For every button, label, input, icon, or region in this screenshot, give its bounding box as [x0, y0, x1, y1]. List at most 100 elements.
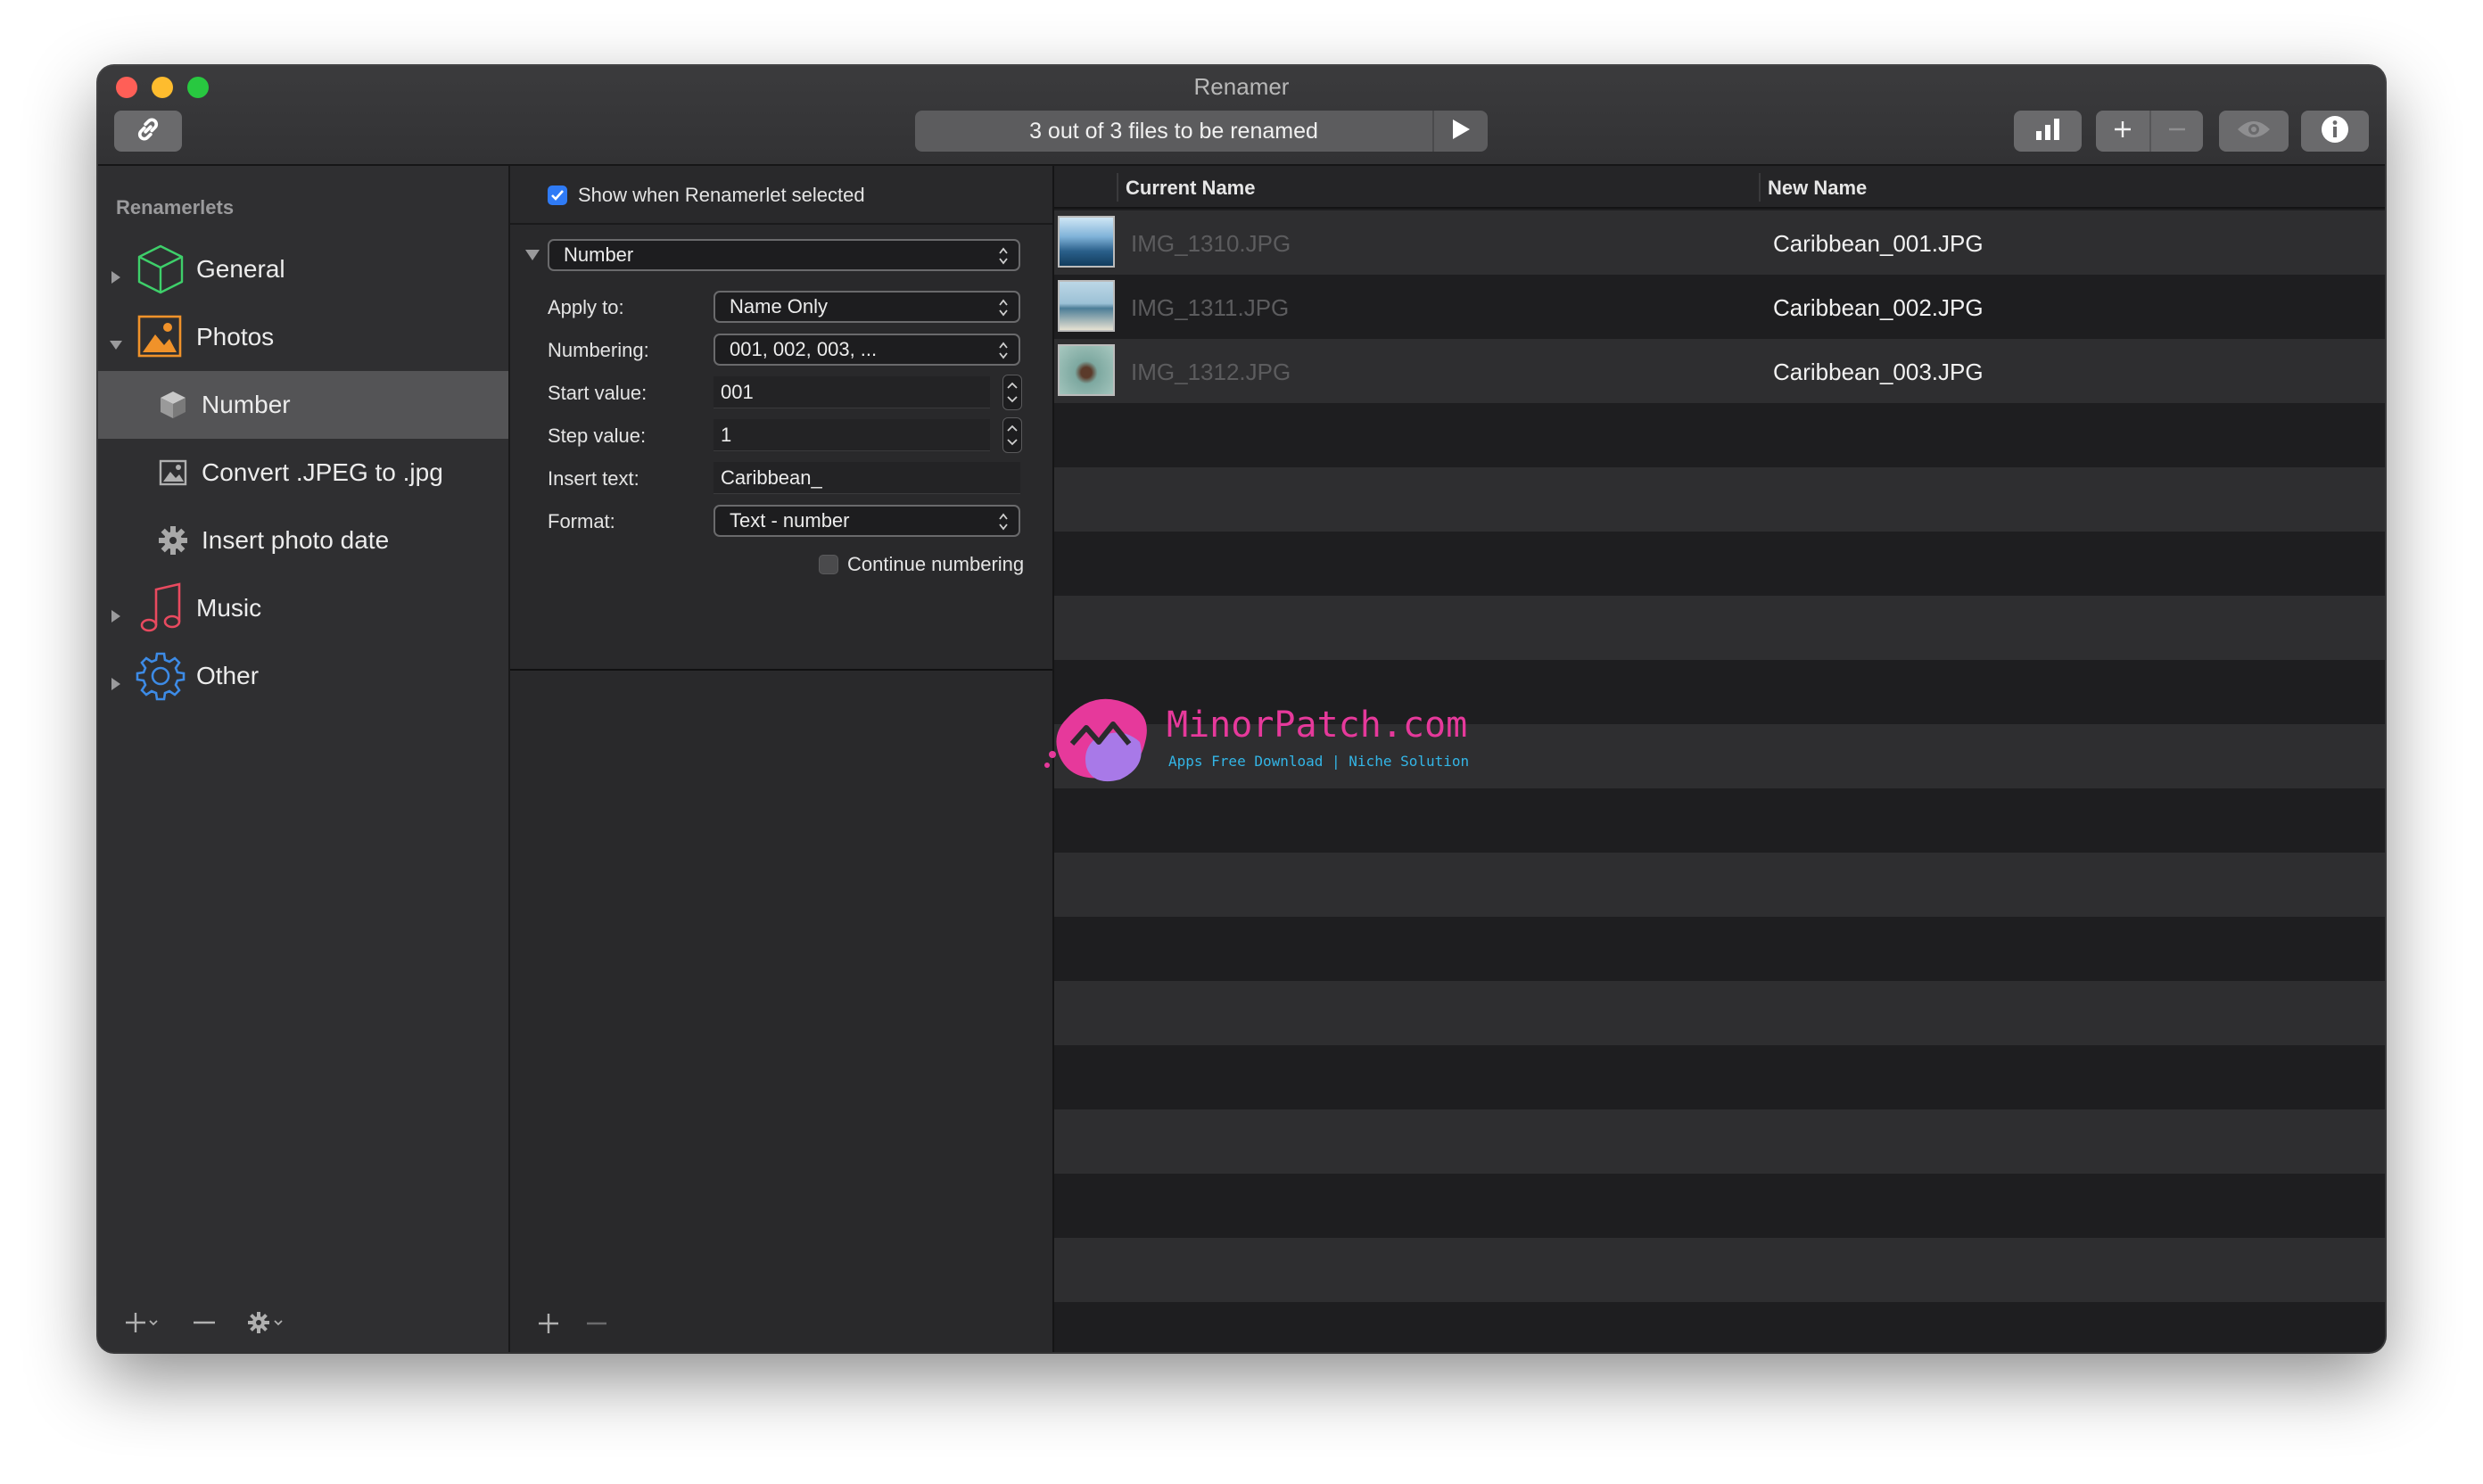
updown-arrows-icon: [997, 298, 1010, 323]
column-divider[interactable]: [1759, 173, 1761, 202]
titlebar: Renamer 3 out of 3 files to be renamed: [98, 66, 2385, 166]
gear-icon: [157, 524, 189, 556]
window-title: Renamer: [1193, 73, 1290, 100]
sidebar-item-label: Photos: [196, 323, 275, 350]
renamerlet-type-value: Number: [564, 243, 634, 266]
sidebar-item-insert-photo-date[interactable]: Insert photo date: [98, 507, 508, 574]
disclosure-right-icon[interactable]: [109, 669, 123, 690]
file-thumbnail: [1058, 280, 1115, 332]
updown-arrows-icon: [997, 341, 1010, 366]
renamerlet-settings-panel: Show when Renamerlet selected Number App…: [510, 166, 1054, 1352]
sidebar-item-label: Insert photo date: [202, 526, 390, 554]
updown-arrows-icon: [997, 512, 1010, 537]
sidebar-footer: [125, 1310, 287, 1340]
disclosure-down-icon[interactable]: [109, 330, 123, 350]
watermark: MinorPatch.com Apps Free Download | Nich…: [1040, 692, 1486, 790]
format-label: Format:: [548, 510, 615, 532]
renamerlet-type-select[interactable]: Number: [548, 239, 1020, 271]
cube-small-icon: [157, 389, 189, 421]
format-select[interactable]: Text - number: [714, 505, 1020, 537]
add-files-button[interactable]: [2096, 111, 2149, 152]
statistics-button[interactable]: [2014, 111, 2082, 152]
sidebar-item-number[interactable]: Number: [98, 371, 508, 439]
step-value-input[interactable]: 1: [714, 419, 990, 451]
sidebar-item-general[interactable]: General: [98, 235, 508, 303]
sidebar-item-photos[interactable]: Photos: [98, 303, 508, 371]
sidebar-item-label: Number: [202, 391, 291, 418]
sidebar-heading: Renamerlets: [116, 196, 235, 218]
format-value: Text - number: [730, 509, 850, 532]
sidebar-item-label: General: [196, 255, 285, 283]
empty-row: [1054, 917, 2385, 981]
image-icon: [157, 457, 189, 489]
photo-icon: [136, 312, 184, 360]
start-value-stepper[interactable]: [1002, 375, 1022, 410]
insert-text-label: Insert text:: [548, 467, 639, 490]
collapse-disclosure-icon[interactable]: [524, 248, 540, 267]
bar-chart-icon: [2034, 117, 2061, 146]
new-name: Caribbean_002.JPG: [1773, 294, 1984, 321]
numbering-select[interactable]: 001, 002, 003, ...: [714, 334, 1020, 366]
apply-to-select[interactable]: Name Only: [714, 291, 1020, 323]
numbering-value: 001, 002, 003, ...: [730, 338, 878, 360]
status-text: 3 out of 3 files to be renamed: [1029, 118, 1318, 144]
watermark-title: MinorPatch.com: [1167, 705, 1468, 746]
disclosure-right-icon[interactable]: [109, 262, 123, 284]
action-menu-gear-icon[interactable]: [248, 1310, 287, 1340]
file-thumbnail: [1058, 216, 1115, 268]
empty-row: [1054, 1302, 2385, 1352]
renamerlets-sidebar: Renamerlets General Photos Number Conver…: [98, 166, 510, 1352]
insert-text-input[interactable]: Caribbean_: [714, 462, 1020, 494]
sidebar-item-label: Other: [196, 662, 260, 689]
plus-icon: [2112, 119, 2133, 144]
info-button[interactable]: [2301, 111, 2369, 152]
add-setting-button[interactable]: [537, 1312, 560, 1340]
sidebar-item-music[interactable]: Music: [98, 574, 508, 642]
sidebar-item-convert-jpeg[interactable]: Convert .JPEG to .jpg: [98, 439, 508, 507]
file-list-header: Current Name New Name: [1054, 166, 2385, 209]
column-divider[interactable]: [1117, 173, 1118, 202]
step-value-label: Step value:: [548, 425, 647, 447]
column-header-new-name[interactable]: New Name: [1768, 177, 1867, 200]
settings-icon: [134, 649, 187, 703]
sidebar-item-other[interactable]: Other: [98, 642, 508, 710]
file-thumbnail: [1058, 344, 1115, 396]
preview-button[interactable]: [2219, 111, 2289, 152]
column-header-current-name[interactable]: Current Name: [1126, 177, 1255, 200]
table-row[interactable]: IMG_1310.JPG Caribbean_001.JPG: [1054, 210, 2385, 275]
show-when-selected-checkbox[interactable]: [548, 186, 567, 205]
empty-row: [1054, 467, 2385, 532]
link-button[interactable]: [114, 111, 182, 152]
current-name: IMG_1310.JPG: [1131, 230, 1291, 257]
add-remove-files-control: [2096, 111, 2203, 152]
empty-row: [1054, 981, 2385, 1045]
continue-numbering-checkbox[interactable]: [819, 555, 838, 574]
empty-row: [1054, 596, 2385, 660]
empty-row: [1054, 853, 2385, 917]
start-value-input[interactable]: 001: [714, 376, 990, 408]
watermark-subtitle: Apps Free Download | Niche Solution: [1168, 753, 1470, 770]
new-name: Caribbean_003.JPG: [1773, 359, 1984, 385]
settings-footer: [537, 1312, 608, 1340]
music-note-icon: [136, 581, 186, 635]
rename-run-button[interactable]: [1432, 111, 1488, 152]
table-row[interactable]: IMG_1312.JPG Caribbean_003.JPG: [1054, 339, 2385, 403]
minus-icon: [2166, 119, 2188, 144]
empty-row: [1054, 1238, 2385, 1302]
add-renamerlet-button[interactable]: [125, 1311, 161, 1339]
rename-status-bar: 3 out of 3 files to be renamed: [915, 111, 1488, 152]
cube-icon: [134, 243, 187, 296]
apply-to-value: Name Only: [730, 295, 829, 317]
sidebar-item-label: Convert .JPEG to .jpg: [202, 458, 443, 486]
empty-row: [1054, 1045, 2385, 1109]
remove-files-button[interactable]: [2149, 111, 2203, 152]
remove-renamerlet-button[interactable]: [193, 1311, 216, 1339]
show-when-selected-row: Show when Renamerlet selected: [510, 166, 1052, 225]
watermark-logo-icon: [1040, 692, 1161, 795]
disclosure-right-icon[interactable]: [109, 601, 123, 622]
table-row[interactable]: IMG_1311.JPG Caribbean_002.JPG: [1054, 275, 2385, 339]
play-icon: [1450, 118, 1472, 145]
remove-setting-button[interactable]: [585, 1312, 608, 1340]
number-settings: Number Apply to: Name Only Numbering: 00…: [510, 225, 1052, 671]
step-value-stepper[interactable]: [1002, 417, 1022, 453]
